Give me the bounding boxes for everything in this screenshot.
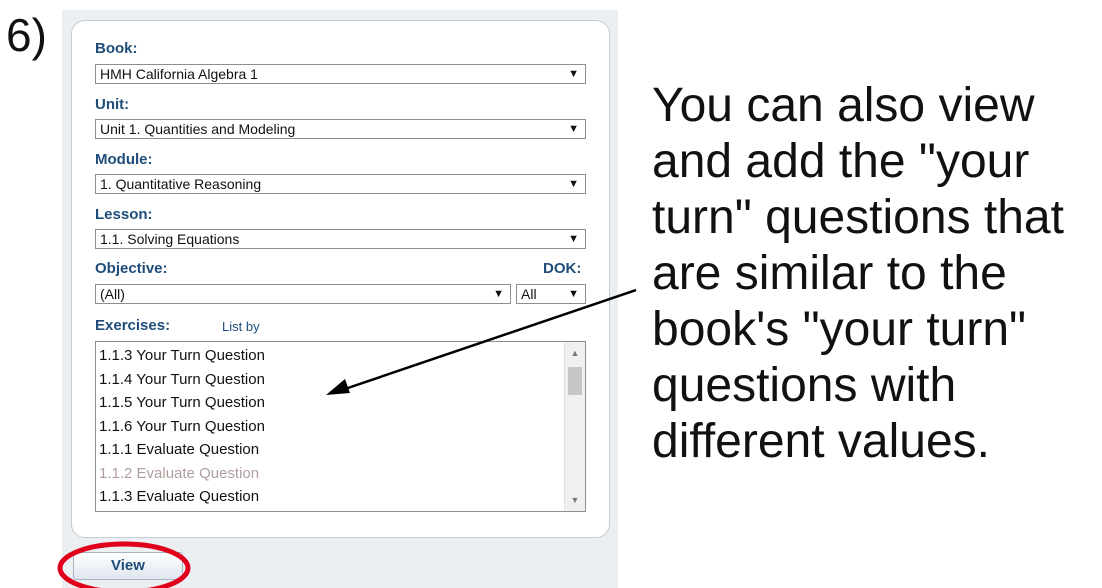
list-item-disabled: 1.1.2 Evaluate Question: [99, 464, 260, 482]
book-select-value: HMH California Algebra 1: [100, 66, 258, 82]
annotation-text: You can also view and add the "your turn…: [652, 78, 1097, 470]
list-by-link[interactable]: List by: [222, 319, 260, 334]
list-item[interactable]: 1.1.3 Evaluate Question: [96, 485, 564, 509]
annotation-line: different values.: [652, 415, 990, 468]
chevron-down-icon: ▼: [568, 123, 579, 135]
lesson-select[interactable]: 1.1. Solving Equations ▼: [95, 229, 586, 249]
dok-select[interactable]: All ▼: [516, 284, 586, 304]
scroll-up-icon[interactable]: ▲: [565, 345, 585, 361]
exercises-label: Exercises:: [95, 317, 171, 334]
annotation-line: You can also view: [652, 79, 1035, 132]
module-select[interactable]: 1. Quantitative Reasoning ▼: [95, 174, 586, 194]
exercises-list[interactable]: 1.1.3 Your Turn Question 1.1.4 Your Turn…: [95, 341, 586, 512]
annotation-line: turn" questions that: [652, 191, 1064, 244]
objective-label: Objective:: [95, 260, 168, 277]
module-label: Module:: [95, 151, 153, 168]
list-item[interactable]: 1.1.5 Your Turn Question: [96, 391, 564, 415]
chevron-down-icon: ▼: [568, 288, 579, 300]
highlight-circle: [57, 541, 191, 588]
chevron-down-icon: ▼: [568, 233, 579, 245]
list-item[interactable]: 1.1.1 Evaluate Question: [96, 438, 564, 462]
list-item[interactable]: 1.1.6 Your Turn Question: [96, 415, 564, 439]
objective-select-value: (All): [100, 286, 125, 302]
list-item[interactable]: 1.1.4 Your Turn Question: [96, 368, 564, 392]
objective-select[interactable]: (All) ▼: [95, 284, 511, 304]
chevron-down-icon: ▼: [568, 68, 579, 80]
list-item[interactable]: 1.1.3 Your Turn Question: [96, 344, 564, 368]
scroll-down-icon[interactable]: ▼: [565, 492, 585, 508]
exercises-scrollbar[interactable]: ▲ ▼: [564, 342, 585, 511]
lesson-label: Lesson:: [95, 206, 153, 223]
chevron-down-icon: ▼: [568, 178, 579, 190]
step-number: 6): [6, 9, 47, 61]
module-select-value: 1. Quantitative Reasoning: [100, 176, 262, 192]
book-select[interactable]: HMH California Algebra 1 ▼: [95, 64, 586, 84]
scroll-thumb[interactable]: [568, 367, 582, 395]
annotation-line: are similar to the: [652, 247, 1007, 300]
annotation-line: questions with: [652, 359, 957, 412]
exercises-list-items: 1.1.3 Your Turn Question 1.1.4 Your Turn…: [96, 344, 564, 509]
unit-label: Unit:: [95, 96, 130, 113]
dok-select-value: All: [521, 286, 537, 302]
chevron-down-icon: ▼: [493, 288, 504, 300]
unit-select[interactable]: Unit 1. Quantities and Modeling ▼: [95, 119, 586, 139]
unit-select-value: Unit 1. Quantities and Modeling: [100, 121, 296, 137]
dok-label: DOK:: [543, 260, 582, 277]
annotation-line: book's "your turn": [652, 303, 1027, 356]
book-label: Book:: [95, 40, 138, 57]
annotation-line: and add the "your: [652, 135, 1030, 188]
lesson-select-value: 1.1. Solving Equations: [100, 231, 240, 247]
